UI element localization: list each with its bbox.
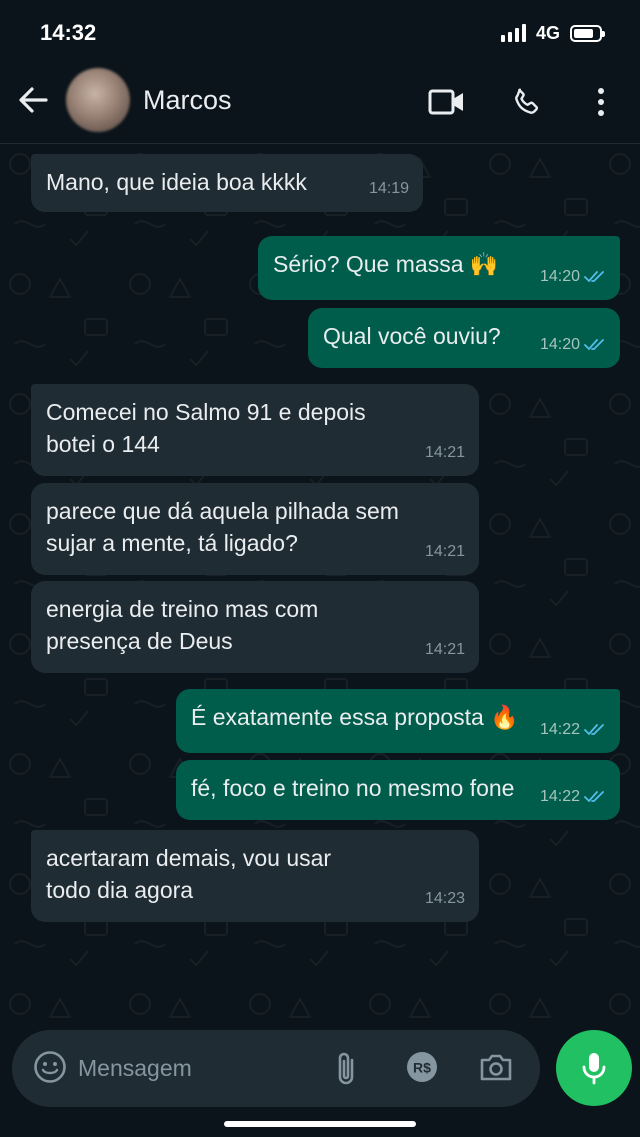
message-time: 14:20	[539, 268, 580, 285]
message-text: Comecei no Salmo 91 e depois botei o 144	[46, 399, 366, 457]
message-meta: 14:21	[425, 634, 465, 666]
chat-header: Marcos	[0, 62, 640, 144]
phone-call-icon[interactable]	[507, 82, 547, 122]
message-bubble-outgoing[interactable]: Qual você ouviu? 14:20	[308, 308, 620, 368]
message-bubble-incoming[interactable]: acertaram demais, vou usar todo dia agor…	[31, 830, 479, 922]
message-time: 14:19	[368, 180, 409, 197]
video-call-icon[interactable]	[427, 82, 467, 122]
message-text: acertaram demais, vou usar todo dia agor…	[46, 845, 332, 903]
message-meta: 14:22	[540, 714, 606, 746]
network-type: 4G	[535, 22, 560, 43]
message-bubble-incoming[interactable]: Comecei no Salmo 91 e depois botei o 144…	[31, 384, 479, 476]
message-meta: 14:22	[540, 781, 606, 813]
message-time: 14:23	[424, 890, 465, 907]
message-text: parece que dá aquela pilhada sem sujar a…	[46, 498, 399, 556]
chat-area[interactable]: Mano, que ideia boa kkkk 14:19 Sério? Qu…	[0, 144, 640, 1028]
contact-name[interactable]: Marcos	[143, 85, 232, 116]
message-text: Mano, que ideia boa kkkk	[46, 169, 307, 195]
message-bubble-outgoing[interactable]: Sério? Que massa 🙌 14:20	[258, 236, 620, 300]
mic-button[interactable]	[556, 1030, 632, 1106]
message-time: 14:21	[424, 641, 465, 658]
message-time: 14:21	[424, 543, 465, 560]
message-time: 14:20	[539, 336, 580, 353]
back-arrow-icon[interactable]	[16, 83, 50, 117]
payment-icon[interactable]: R$	[405, 1050, 439, 1089]
message-meta: 14:21	[425, 437, 465, 469]
message-composer: R$	[12, 1030, 540, 1107]
message-bubble-incoming[interactable]: energia de treino mas com presença de De…	[31, 581, 479, 673]
message-bubble-incoming[interactable]: parece que dá aquela pilhada sem sujar a…	[31, 483, 479, 575]
mic-icon	[582, 1053, 606, 1085]
message-bubble-incoming[interactable]: Mano, que ideia boa kkkk 14:19	[31, 154, 423, 212]
battery-icon	[570, 24, 605, 42]
message-meta: 14:23	[425, 883, 465, 915]
emoji-icon[interactable]	[32, 1049, 68, 1090]
message-time: 14:22	[539, 721, 580, 738]
more-options-icon[interactable]	[581, 82, 621, 122]
message-text: energia de treino mas com presença de De…	[46, 596, 319, 654]
message-bubble-outgoing[interactable]: fé, foco e treino no mesmo fone 14:22	[176, 760, 620, 820]
read-receipt-icon	[584, 724, 604, 736]
message-input[interactable]	[78, 1048, 318, 1088]
home-indicator	[224, 1121, 416, 1127]
message-bubble-outgoing[interactable]: É exatamente essa proposta 🔥 14:22	[176, 689, 620, 753]
attach-icon[interactable]	[332, 1050, 362, 1093]
payment-label: R$	[413, 1060, 431, 1076]
status-indicators: 4G	[500, 20, 605, 46]
status-bar: 14:32 4G	[0, 0, 640, 62]
camera-icon[interactable]	[478, 1050, 514, 1089]
message-meta: 14:20	[540, 261, 606, 293]
read-receipt-icon	[584, 339, 604, 351]
status-time: 14:32	[40, 20, 97, 45]
read-receipt-icon	[584, 271, 604, 283]
message-meta: 14:20	[540, 329, 606, 361]
signal-icon	[500, 24, 526, 42]
message-time: 14:21	[424, 444, 465, 461]
message-meta: 14:19	[369, 173, 409, 205]
avatar[interactable]	[66, 68, 130, 132]
read-receipt-icon	[584, 791, 604, 803]
message-time: 14:22	[539, 788, 580, 805]
message-meta: 14:21	[425, 536, 465, 568]
